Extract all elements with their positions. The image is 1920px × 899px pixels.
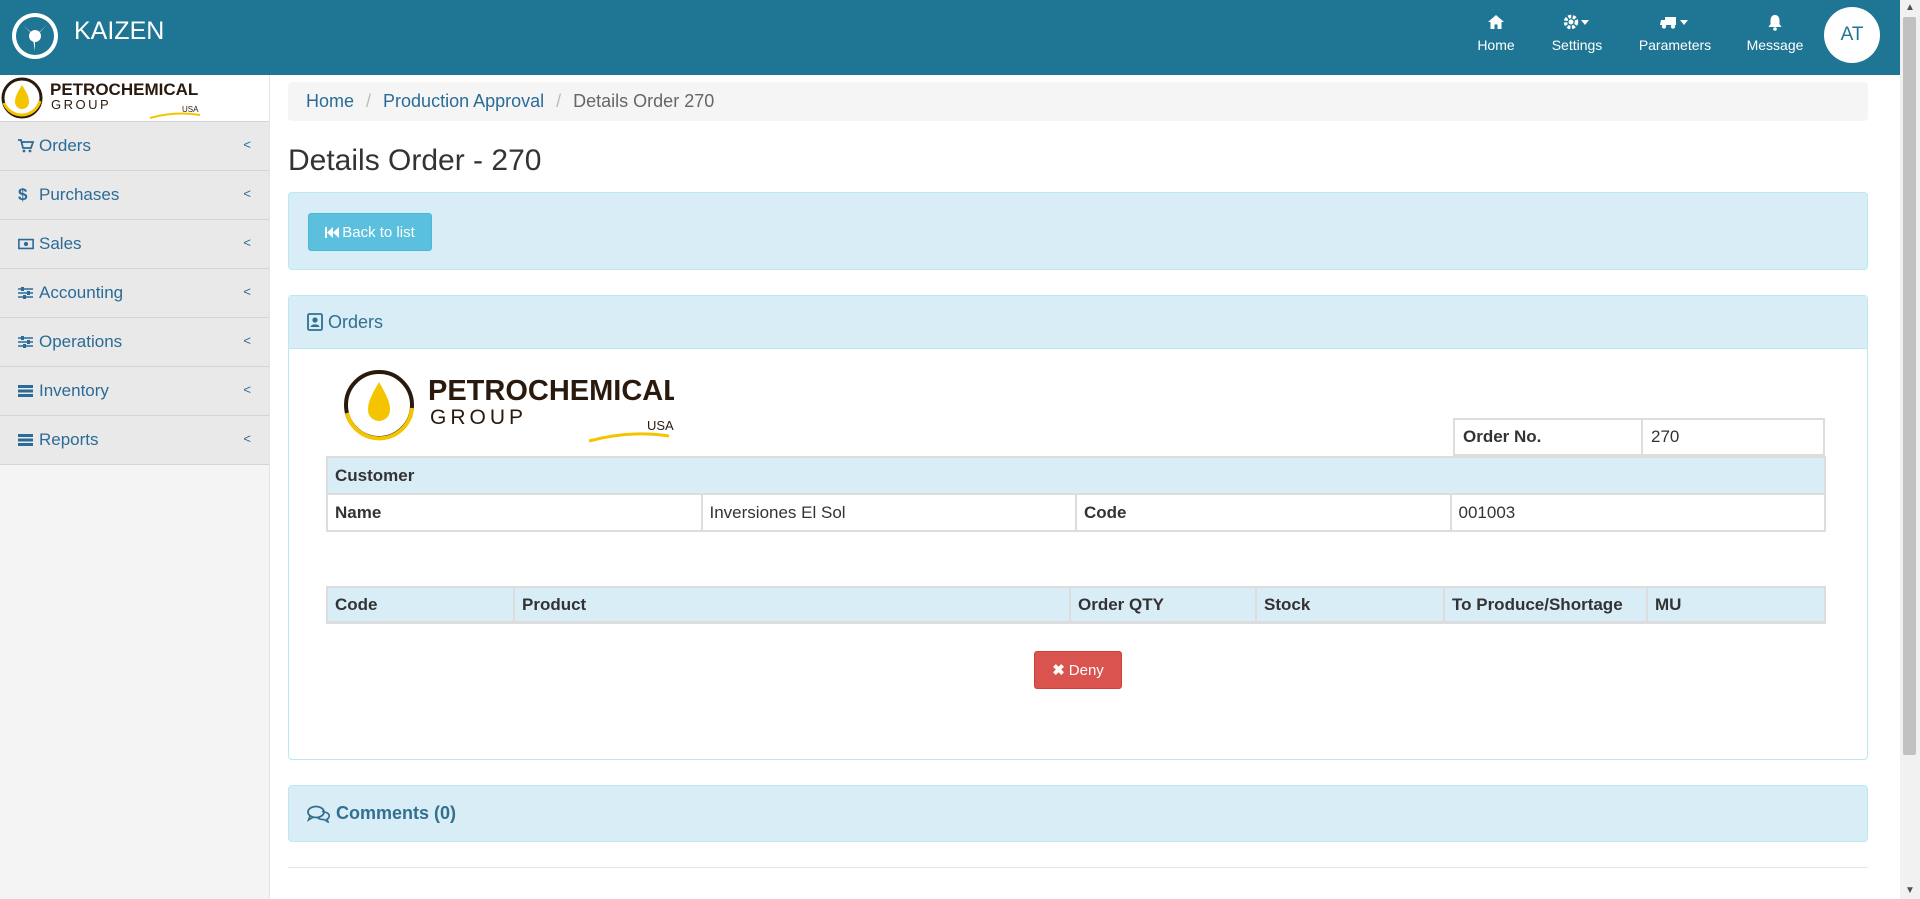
sidebar-item-purchases[interactable]: $ Purchases < [0, 171, 269, 220]
nav-message[interactable]: Message [1730, 14, 1820, 53]
sidebar-company-logo: PETROCHEMICAL GROUP USA [0, 75, 269, 121]
chevron-left-icon: < [243, 235, 251, 250]
customer-code-label: Code [1075, 493, 1452, 532]
top-navbar: KAIZEN Home Settings Parameters Message … [0, 0, 1900, 75]
orders-panel: Orders PETROCHEMICAL GROUP USA Order No.… [288, 295, 1868, 760]
breadcrumb-home[interactable]: Home [306, 91, 354, 112]
sliders-icon [18, 287, 34, 299]
products-table: Code Product Order QTY Stock To Produce/… [326, 586, 1826, 624]
comments-icon [307, 805, 331, 823]
sidebar-item-accounting[interactable]: Accounting < [0, 269, 269, 318]
sidebar-menu: Orders < $ Purchases < Sales < Accountin… [0, 121, 269, 465]
cart-icon [18, 139, 34, 153]
times-icon: ✖ [1052, 662, 1065, 679]
breadcrumb-current: Details Order 270 [573, 91, 715, 111]
order-logo-line3: USA [647, 418, 674, 433]
scrollbar-thumb[interactable] [1903, 17, 1916, 755]
col-to-produce-shortage: To Produce/Shortage [1443, 586, 1648, 624]
sidebar-item-label: Orders [39, 136, 91, 155]
brand-title[interactable]: KAIZEN [74, 17, 164, 46]
sidebar-item-sales[interactable]: Sales < [0, 220, 269, 269]
sidebar-item-label: Accounting [39, 283, 124, 302]
sidebar-item-label: Purchases [39, 185, 120, 204]
sidebar-item-label: Inventory [39, 381, 109, 400]
bell-icon [1730, 14, 1820, 36]
money-icon [18, 238, 34, 250]
customer-code-value: 001003 [1449, 493, 1826, 532]
chevron-left-icon: < [243, 333, 251, 348]
gear-icon [1532, 14, 1622, 36]
back-panel: Back to list [288, 192, 1868, 270]
breadcrumb: Home / Production Approval / Details Ord… [288, 82, 1868, 121]
nav-settings-label: Settings [1551, 37, 1603, 53]
order-number-table: Order No. 270 [1453, 418, 1825, 456]
chevron-left-icon: < [243, 137, 251, 152]
contact-card-icon [307, 313, 323, 331]
sidebar-item-label: Sales [39, 234, 82, 253]
back-to-list-button[interactable]: Back to list [308, 213, 432, 251]
deny-label: Deny [1068, 661, 1104, 679]
col-stock: Stock [1255, 586, 1445, 624]
order-logo-line1: PETROCHEMICAL [428, 375, 674, 407]
breadcrumb-separator: / [556, 91, 562, 111]
nav-home-label: Home [1477, 37, 1515, 53]
chevron-left-icon: < [243, 284, 251, 299]
sidebar-item-label: Reports [39, 430, 99, 449]
nav-parameters-label: Parameters [1638, 37, 1712, 53]
nav-parameters[interactable]: Parameters [1630, 14, 1720, 53]
orders-panel-header: Orders [289, 296, 1867, 349]
deny-button[interactable]: ✖ Deny [1034, 651, 1122, 689]
page-scrollbar[interactable]: ▲ ▼ [1900, 0, 1920, 899]
table-row: Customer [326, 456, 1826, 495]
chevron-left-icon: < [243, 382, 251, 397]
sidebar-logo-line2: GROUP [51, 97, 111, 112]
breadcrumb-production-approval[interactable]: Production Approval [383, 91, 544, 112]
page-title: Details Order - 270 [288, 144, 542, 177]
nav-settings[interactable]: Settings [1532, 14, 1622, 53]
sliders-icon [18, 336, 34, 348]
kaizen-logo-icon[interactable] [12, 13, 58, 59]
user-avatar[interactable]: AT [1824, 7, 1880, 63]
breadcrumb-separator: / [366, 91, 372, 111]
dollar-icon: $ [18, 185, 28, 204]
sidebar-item-reports[interactable]: Reports < [0, 416, 269, 465]
back-to-list-label: Back to list [342, 223, 415, 241]
list-icon [18, 434, 34, 446]
table-header-row: Code Product Order QTY Stock To Produce/… [326, 586, 1826, 624]
customer-name-value: Inversiones El Sol [700, 493, 1077, 532]
table-row: Order No. 270 [1453, 418, 1825, 456]
comments-label: Comments (0) [336, 803, 457, 823]
order-no-label: Order No. [1453, 418, 1643, 456]
nav-home[interactable]: Home [1451, 14, 1541, 53]
chevron-left-icon: < [243, 186, 251, 201]
sidebar-item-inventory[interactable]: Inventory < [0, 367, 269, 416]
order-no-value: 270 [1641, 418, 1825, 456]
nav-message-label: Message [1746, 37, 1804, 53]
customer-name-label: Name [326, 493, 703, 532]
sidebar-item-label: Operations [39, 332, 123, 351]
order-company-logo: PETROCHEMICAL GROUP USA [344, 368, 681, 448]
orders-panel-title: Orders [328, 311, 384, 332]
customer-header: Customer [326, 456, 1826, 495]
home-icon [1451, 14, 1541, 36]
sidebar-item-operations[interactable]: Operations < [0, 318, 269, 367]
table-row: Name Inversiones El Sol Code 001003 [326, 493, 1826, 532]
col-order-qty: Order QTY [1069, 586, 1257, 624]
divider [288, 867, 1868, 868]
col-mu: MU [1646, 586, 1826, 624]
comments-panel[interactable]: Comments (0) [288, 785, 1868, 842]
scroll-up-arrow-icon[interactable]: ▲ [1900, 0, 1920, 16]
col-product: Product [513, 586, 1071, 624]
col-code: Code [326, 586, 515, 624]
order-logo-line2: GROUP [430, 406, 527, 429]
sidebar: PETROCHEMICAL GROUP USA Orders < $ Purch… [0, 75, 270, 899]
fast-backward-icon [325, 226, 340, 238]
sidebar-item-orders[interactable]: Orders < [0, 122, 269, 171]
truck-icon [1630, 14, 1720, 36]
chevron-left-icon: < [243, 431, 251, 446]
scroll-down-arrow-icon[interactable]: ▼ [1900, 883, 1920, 899]
list-icon [18, 385, 34, 397]
customer-table: Customer Name Inversiones El Sol Code 00… [326, 456, 1826, 532]
